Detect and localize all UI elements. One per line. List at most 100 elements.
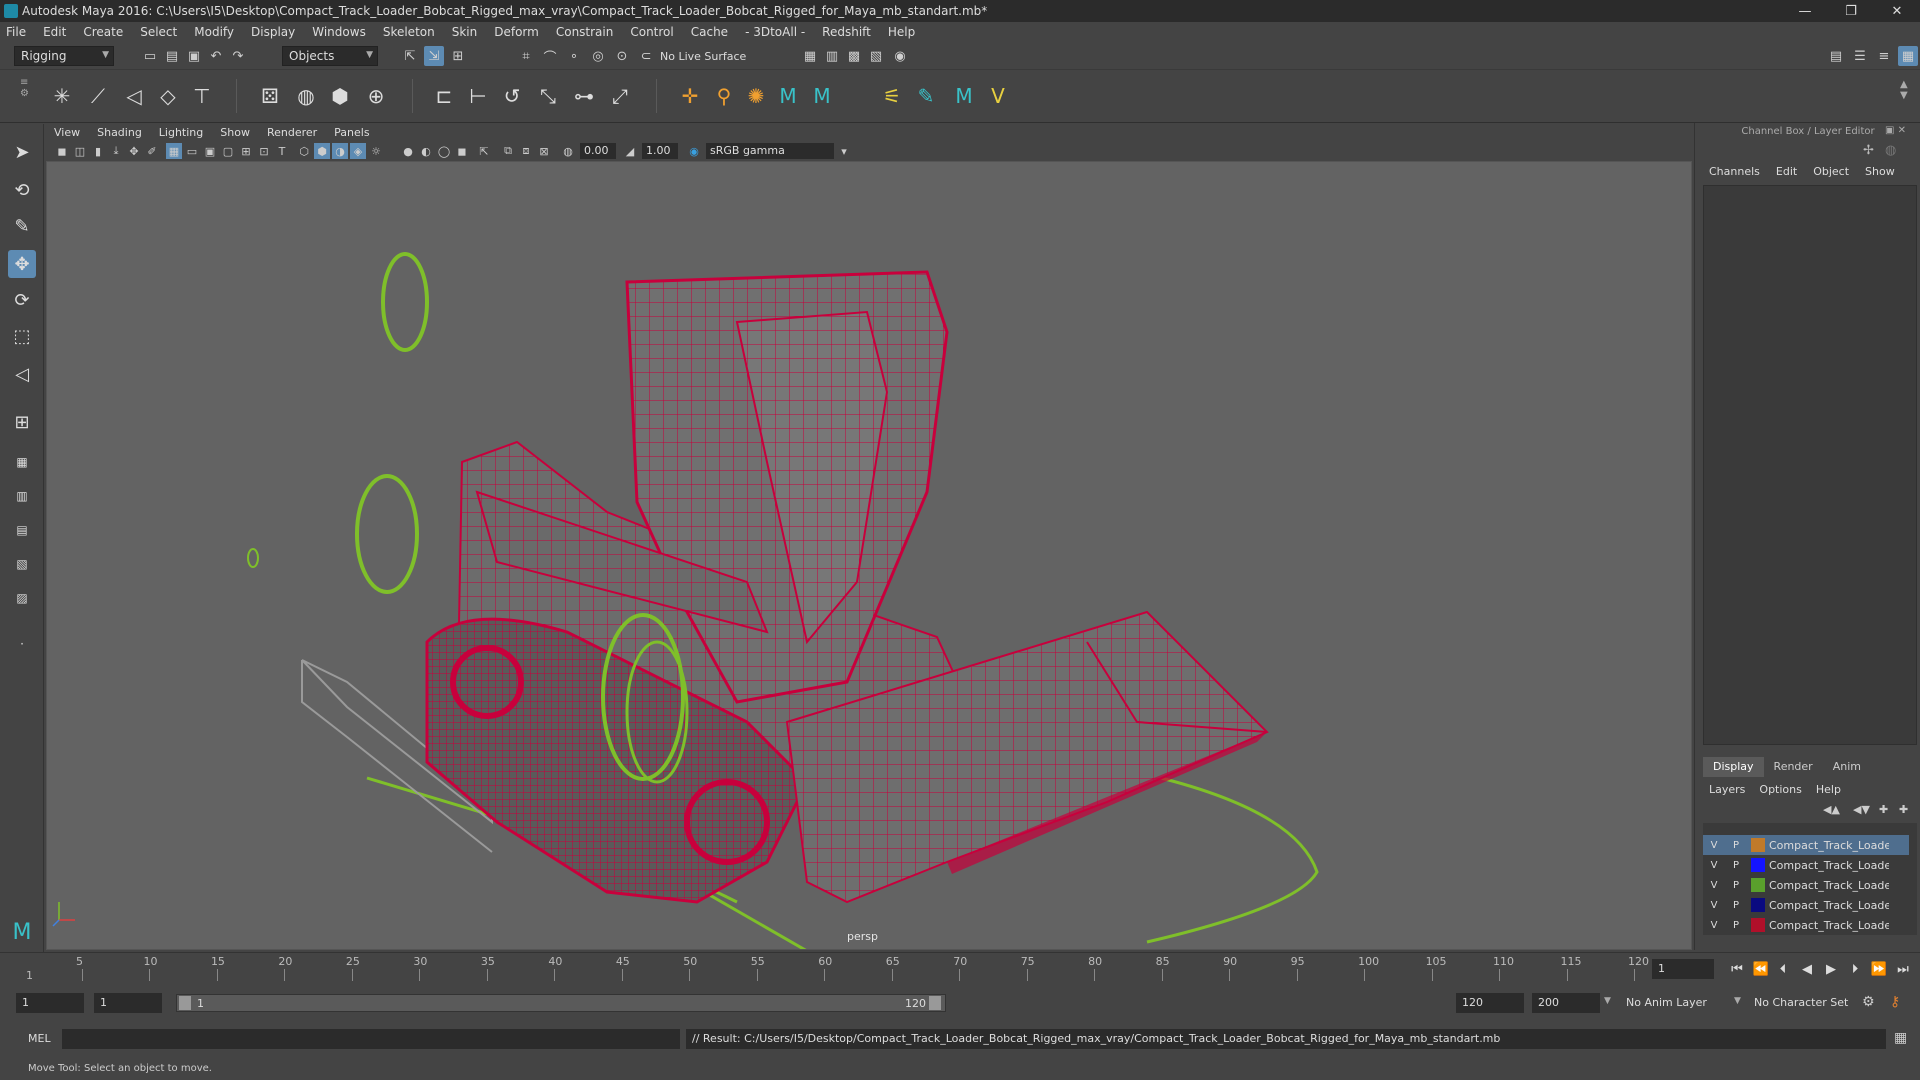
menu-deform[interactable]: Deform	[494, 25, 539, 39]
locator-icon[interactable]: ✛	[676, 82, 704, 110]
script-m-icon-1[interactable]: M	[774, 82, 802, 110]
range-options-chevron-icon[interactable]: ▼	[1604, 996, 1611, 1006]
anim-layer-dropdown[interactable]: No Anim Layer	[1626, 996, 1707, 1009]
color-management-icon[interactable]: ◉	[686, 143, 702, 159]
panel-menu-lighting[interactable]: Lighting	[159, 126, 203, 139]
layout-four-icon[interactable]: ▦	[8, 448, 36, 476]
layout-side-icon[interactable]: ▥	[8, 482, 36, 510]
new-scene-icon[interactable]: ▭	[140, 46, 160, 66]
lattice-icon[interactable]: ⬢	[326, 82, 354, 110]
constraint-aim-icon[interactable]: ⊢	[464, 82, 492, 110]
script-editor-icon[interactable]: ▦	[1894, 1030, 1907, 1046]
layout-graph-icon[interactable]: ▨	[8, 584, 36, 612]
play-backward-icon[interactable]: ◀	[1798, 960, 1816, 978]
paint-weights-icon[interactable]: ⚟	[878, 82, 906, 110]
layer-visibility-toggle[interactable]: V	[1703, 860, 1725, 871]
layer-color-swatch[interactable]	[1751, 878, 1765, 892]
select-hierarchy-icon[interactable]: ⇱	[400, 46, 420, 66]
playback-start-field[interactable]: 1	[94, 993, 162, 1013]
field-chart-icon[interactable]: ⊞	[238, 143, 254, 159]
layer-visibility-toggle[interactable]: V	[1703, 880, 1725, 891]
layer-name[interactable]: Compact_Track_Loader_Bobcat	[1769, 899, 1889, 912]
use-lights-icon[interactable]: ☼	[368, 143, 384, 159]
snap-curve-icon[interactable]: ⌒	[540, 46, 560, 66]
cb-menu-show[interactable]: Show	[1865, 165, 1895, 178]
command-input[interactable]	[62, 1029, 680, 1049]
ik-spline-icon[interactable]: ◁	[120, 82, 148, 110]
image-plane-icon[interactable]: ⤓	[108, 143, 124, 159]
layer-visibility-toggle[interactable]: V	[1703, 840, 1725, 851]
snap-grid-icon[interactable]: ⌗	[516, 46, 536, 66]
menu-edit[interactable]: Edit	[43, 25, 66, 39]
tool-settings-icon[interactable]: ≡	[1874, 46, 1894, 66]
film-gate-icon[interactable]: ▭	[184, 143, 200, 159]
constraint-point-icon[interactable]: ⊏	[430, 82, 458, 110]
layer-playback-toggle[interactable]: P	[1725, 880, 1747, 891]
layer-name[interactable]: Compact_Track_Loader_Bobcat	[1769, 919, 1889, 932]
constraint-pole-icon[interactable]: ⤢	[606, 82, 634, 110]
shadows-icon[interactable]: ●	[400, 143, 416, 159]
camera-attr-icon[interactable]: ◫	[72, 143, 88, 159]
exposure-field[interactable]: 0.00	[580, 143, 616, 159]
camera-select-icon[interactable]: ◼	[54, 143, 70, 159]
mirror-joint-icon[interactable]: ⊤	[188, 82, 216, 110]
paint-select-icon[interactable]: ✎	[8, 212, 36, 240]
live-surface-label[interactable]: No Live Surface	[660, 50, 746, 63]
layout-custom-icon[interactable]: ·	[8, 630, 36, 658]
select-tool-icon[interactable]: ➤	[8, 138, 36, 166]
wireframe-on-shaded-icon[interactable]: ◑	[332, 143, 348, 159]
two-d-pan-icon[interactable]: ✥	[126, 143, 142, 159]
shelf-menu-icon[interactable]: ≡ ⚙	[20, 77, 30, 117]
go-to-start-icon[interactable]: ⏮	[1728, 960, 1746, 978]
soft-mod-icon[interactable]: ✺	[742, 82, 770, 110]
modeling-toolkit-icon[interactable]: ▤	[1826, 46, 1846, 66]
layer-name[interactable]: Compact_Track_Loader_Bobcat	[1769, 839, 1889, 852]
scale-tool-icon[interactable]: ⬚	[8, 322, 36, 350]
snap-surface-icon[interactable]: ⊙	[612, 46, 632, 66]
shelf-scroll-icon[interactable]: ▲ ▼	[1900, 79, 1908, 101]
bookmark-icon[interactable]: ▮	[90, 143, 106, 159]
playback-end-field[interactable]: 120	[1456, 993, 1524, 1013]
current-frame-field[interactable]: 1	[1652, 959, 1714, 979]
script-m-icon-2[interactable]: M	[808, 82, 836, 110]
layer-menu-help[interactable]: Help	[1816, 783, 1841, 796]
layer-playback-toggle[interactable]: P	[1725, 860, 1747, 871]
channel-box-area[interactable]	[1703, 185, 1917, 745]
show-manip-icon[interactable]: ⊞	[8, 408, 36, 436]
command-language-toggle[interactable]: MEL	[28, 1032, 51, 1045]
isolate-select-icon[interactable]: ⇱	[476, 143, 492, 159]
layer-playback-toggle[interactable]: P	[1725, 920, 1747, 931]
channel-box-toggle-icon[interactable]: ▦	[1898, 46, 1918, 66]
cluster-deformer-icon[interactable]: ⚲	[710, 82, 738, 110]
color-space-dropdown[interactable]: sRGB gamma	[706, 143, 834, 159]
menu-modify[interactable]: Modify	[194, 25, 234, 39]
play-forward-icon[interactable]: ▶	[1822, 960, 1840, 978]
gate-mask-icon[interactable]: ▢	[220, 143, 236, 159]
panel-menu-shading[interactable]: Shading	[97, 126, 142, 139]
panel-menu-show[interactable]: Show	[220, 126, 250, 139]
menu-windows[interactable]: Windows	[312, 25, 366, 39]
menuset-dropdown[interactable]: Rigging	[14, 46, 114, 66]
open-scene-icon[interactable]: ▤	[162, 46, 182, 66]
last-tool-icon[interactable]: ◁	[8, 360, 36, 388]
ik-handle-icon[interactable]: ⟋	[84, 82, 112, 110]
menu-select[interactable]: Select	[140, 25, 177, 39]
anti-alias-icon[interactable]: ◼	[454, 143, 470, 159]
step-back-frame-icon[interactable]: ⏪	[1752, 960, 1770, 978]
tab-display[interactable]: Display	[1703, 757, 1764, 777]
xray-joints-icon[interactable]: ⧈	[518, 143, 534, 159]
cluster-icon[interactable]: ⊕	[362, 82, 390, 110]
xray-icon[interactable]: ⧉	[500, 143, 516, 159]
layer-color-swatch[interactable]	[1751, 918, 1765, 932]
layer-color-swatch[interactable]	[1751, 858, 1765, 872]
redo-icon[interactable]: ↷	[228, 46, 248, 66]
undo-icon[interactable]: ↶	[206, 46, 226, 66]
layer-visibility-toggle[interactable]: V	[1703, 900, 1725, 911]
selection-mode-dropdown[interactable]: Objects	[282, 46, 378, 66]
viewport-persp[interactable]: persp	[46, 161, 1692, 950]
layer-row[interactable]: V P Compact_Track_Loader_Bobcat	[1703, 915, 1909, 935]
move-tool-icon[interactable]: ✥	[8, 250, 36, 278]
script-v-icon[interactable]: V	[984, 82, 1012, 110]
tab-render[interactable]: Render	[1764, 757, 1823, 777]
xray-components-icon[interactable]: ⊠	[536, 143, 552, 159]
